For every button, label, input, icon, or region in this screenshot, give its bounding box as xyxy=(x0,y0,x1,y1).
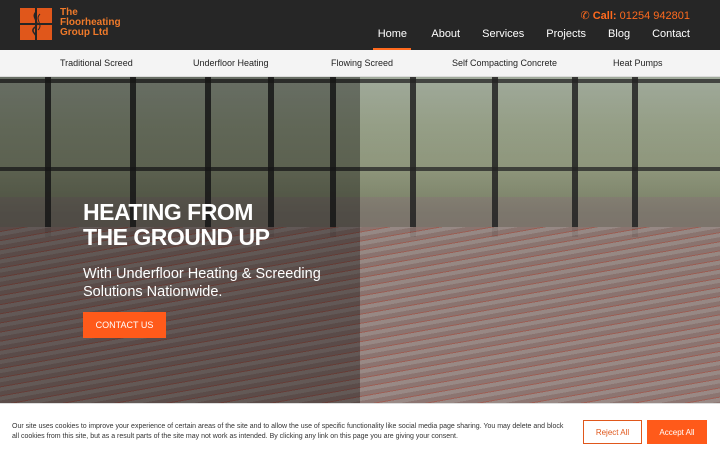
cookie-text: Our site uses cookies to improve your ex… xyxy=(12,423,564,440)
services-subnav: Traditional Screed Underfloor Heating Fl… xyxy=(0,50,720,77)
subnav-self-compacting-concrete[interactable]: Self Compacting Concrete xyxy=(452,58,557,68)
nav-blog[interactable]: Blog xyxy=(608,26,630,50)
nav-home[interactable]: Home xyxy=(373,26,412,50)
nav-services[interactable]: Services xyxy=(482,26,524,50)
reject-all-button[interactable]: Reject All xyxy=(583,420,642,444)
site-logo[interactable]: The Floorheating Group Ltd xyxy=(20,8,130,40)
subnav-underfloor-heating[interactable]: Underfloor Heating xyxy=(193,58,269,68)
subnav-traditional-screed[interactable]: Traditional Screed xyxy=(60,58,133,68)
phone-icon: ✆ xyxy=(580,10,590,22)
hero-title-line-1: HEATING FROM xyxy=(83,199,253,225)
hero-title: HEATING FROM THE GROUND UP xyxy=(83,199,270,250)
logo-text: The Floorheating Group Ltd xyxy=(60,8,130,38)
hero-subtitle: With Underfloor Heating & Screeding Solu… xyxy=(83,266,321,300)
site-header: The Floorheating Group Ltd ✆ Call: 01254… xyxy=(0,0,720,50)
nav-projects[interactable]: Projects xyxy=(546,26,586,50)
logo-line-3: Group Ltd xyxy=(60,27,109,38)
window-frame xyxy=(492,77,498,237)
logo-icon xyxy=(20,8,56,40)
nav-contact[interactable]: Contact xyxy=(652,26,690,50)
subnav-flowing-screed[interactable]: Flowing Screed xyxy=(331,58,393,68)
main-nav: Home About Services Projects Blog Contac… xyxy=(373,26,690,50)
subnav-heat-pumps[interactable]: Heat Pumps xyxy=(613,58,663,68)
phone-number: 01254 942801 xyxy=(619,10,690,22)
window-frame xyxy=(410,77,416,237)
hero-title-line-2: THE GROUND UP xyxy=(83,224,270,250)
accept-all-button[interactable]: Accept All xyxy=(647,420,707,444)
window-frame xyxy=(572,77,578,237)
call-label: Call: xyxy=(592,10,617,22)
window-frame xyxy=(632,77,638,237)
hero-banner: HEATING FROM THE GROUND UP With Underflo… xyxy=(0,77,720,403)
cookie-banner: Our site uses cookies to improve your ex… xyxy=(0,403,720,450)
call-link[interactable]: ✆ Call: 01254 942801 xyxy=(580,9,690,22)
nav-about[interactable]: About xyxy=(431,26,460,50)
contact-us-button[interactable]: CONTACT US xyxy=(83,312,166,338)
